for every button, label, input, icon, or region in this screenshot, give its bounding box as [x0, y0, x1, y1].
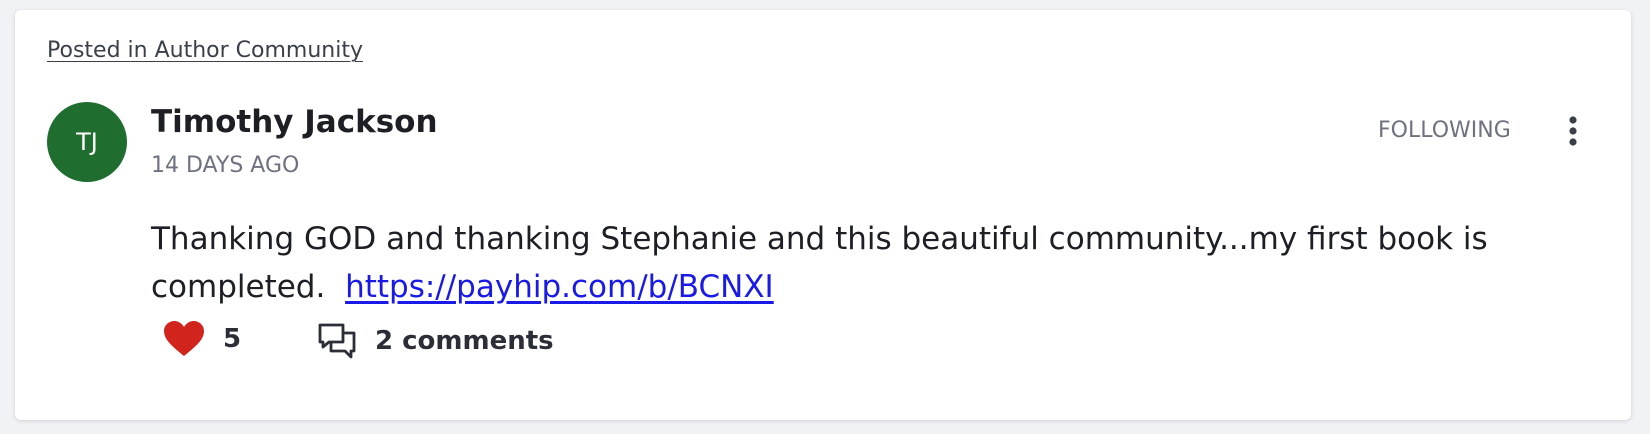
author-name[interactable]: Timothy Jackson [151, 104, 438, 140]
heart-icon [164, 321, 204, 356]
comments-count: 2 comments [375, 326, 554, 356]
post-card: Posted in Author Community TJ Timothy Ja… [15, 10, 1631, 420]
comments-button[interactable]: 2 comments [317, 322, 554, 360]
posted-in-link[interactable]: Posted in Author Community [47, 38, 363, 63]
avatar-initials: TJ [76, 128, 98, 156]
post-link[interactable]: https://payhip.com/b/BCNXI [345, 269, 774, 305]
comment-bubbles-icon [318, 323, 356, 359]
post-timestamp: 14 DAYS AGO [151, 153, 300, 178]
more-options-button[interactable] [1561, 114, 1585, 150]
avatar[interactable]: TJ [47, 102, 127, 182]
vertical-dots-icon [1569, 116, 1577, 146]
following-button[interactable]: FOLLOWING [1378, 118, 1511, 143]
post-body: Thanking GOD and thanking Stephanie and … [151, 215, 1531, 311]
like-count: 5 [223, 324, 242, 354]
like-button[interactable]: 5 [163, 320, 241, 358]
